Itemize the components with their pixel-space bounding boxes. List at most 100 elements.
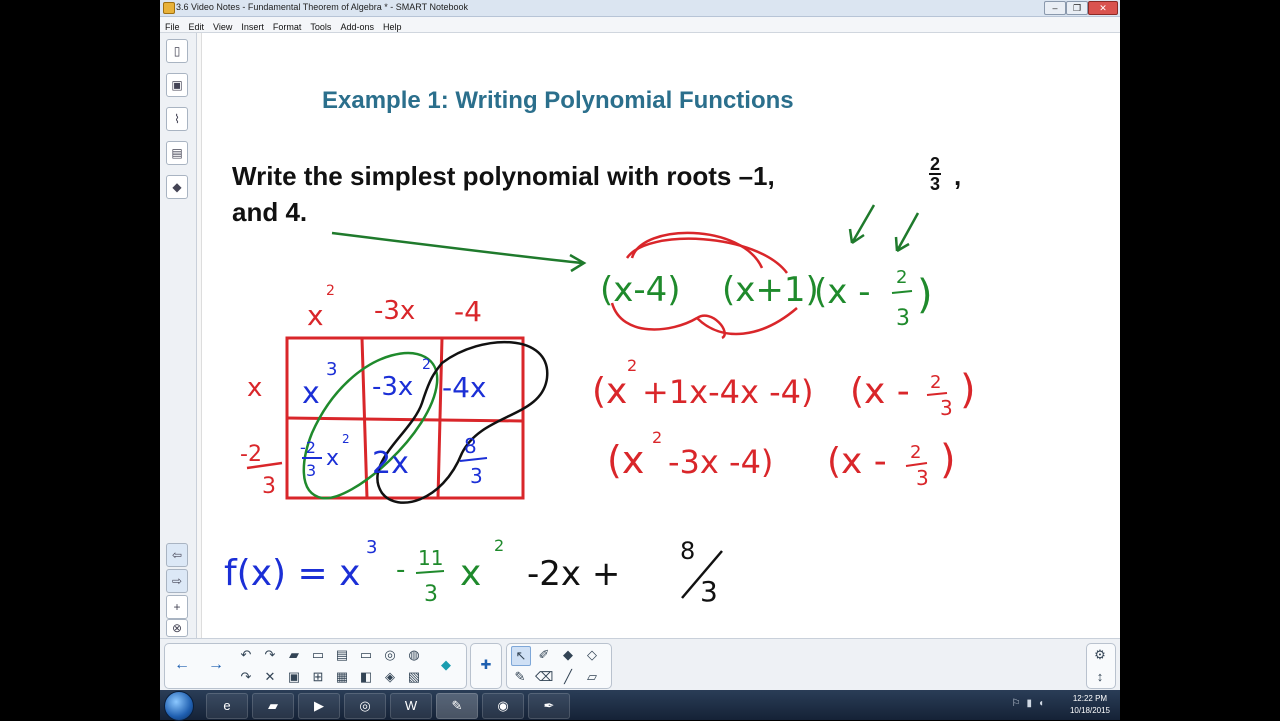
notebook-page[interactable]: Example 1: Writing Polynomial Functions … xyxy=(202,33,1120,638)
gallery-icon[interactable]: ▣ xyxy=(166,73,188,97)
measurement-icon[interactable]: ◈ xyxy=(381,668,399,686)
step2-rest: -3x -4) xyxy=(668,443,773,481)
shapes-icon[interactable]: ◇ xyxy=(583,646,601,664)
line-tool-icon[interactable]: ╱ xyxy=(559,668,577,686)
start-button-icon[interactable] xyxy=(164,691,194,721)
step1-rest: +1x-4x -4) xyxy=(642,373,814,411)
factor-x-minus: (x - xyxy=(814,272,870,312)
highlighter-icon[interactable]: ◆ xyxy=(559,646,577,664)
answer-tail: -2x + xyxy=(527,554,620,594)
smart-notebook-window: 3.6 Video Notes - Fundamental Theorem of… xyxy=(160,0,1120,720)
handwriting-layer: x 2 -3x -4 x -2 3 x 3 -3x 2 -4x -2 3 x 2… xyxy=(224,204,976,608)
save-icon[interactable]: ▣ xyxy=(285,668,303,686)
delete-page-icon[interactable]: ⊗ xyxy=(166,619,188,637)
box-left-x: x xyxy=(247,373,262,403)
factor-frac-den: 3 xyxy=(896,306,910,331)
settings-gear-icon[interactable]: ⚙ xyxy=(1091,646,1109,664)
step2-x: (x xyxy=(607,438,644,482)
step2-factor: (x - xyxy=(827,441,887,482)
factor-close-paren: ) xyxy=(917,272,933,318)
delete-icon[interactable]: ✕ xyxy=(261,668,279,686)
factor-frac-num: 2 xyxy=(896,267,907,288)
close-button[interactable]: ✕ xyxy=(1088,1,1118,15)
cell-frac-exp: 2 xyxy=(342,432,350,446)
previous-page-icon[interactable]: ⇦ xyxy=(166,543,188,567)
restore-button[interactable]: ❐ xyxy=(1066,1,1088,15)
menu-format[interactable]: Format xyxy=(268,20,306,32)
cell-neg4x: -4x xyxy=(442,371,487,404)
add-ons-toolbar-icon[interactable]: ◆ xyxy=(437,656,455,674)
arrow-mark xyxy=(848,204,876,245)
window-title: 3.6 Video Notes - Fundamental Theorem of… xyxy=(176,2,468,12)
menu-tools[interactable]: Tools xyxy=(305,20,335,32)
menu-insert[interactable]: Insert xyxy=(236,20,268,32)
smart-notebook-task-icon[interactable]: ✎ xyxy=(436,693,478,719)
media-player-icon[interactable]: ▶ xyxy=(298,693,340,719)
select-tool-icon[interactable]: ↖ xyxy=(511,646,531,666)
image-icon[interactable]: ▧ xyxy=(405,668,423,686)
cell-8-3-num: 8 xyxy=(464,434,477,458)
menu-view[interactable]: View xyxy=(208,20,236,32)
creative-pen-icon[interactable]: ✐ xyxy=(535,646,553,664)
box-left-neg2: -2 xyxy=(240,442,262,467)
system-clock[interactable]: 12:22 PM 10/18/2015 xyxy=(1070,693,1110,717)
recorder-icon[interactable]: ◉ xyxy=(482,693,524,719)
bottom-toolbar: ← → ↶ ↷ ↷ ✕ ▰ ▣ ▭ ⊞ ▤ ▦ ▭ ◧ ◎ ◈ ◍ ▧ ◆ ✚ … xyxy=(160,638,1120,691)
clock-time: 12:22 PM xyxy=(1072,694,1108,703)
side-tabs: ▯ ▣ ⌇ ▤ ◆ ⇦ ⇨ + ⊗ xyxy=(160,33,197,638)
open-folder-icon[interactable]: ▰ xyxy=(285,646,303,664)
word-icon[interactable]: W xyxy=(390,693,432,719)
properties-icon[interactable]: ▤ xyxy=(166,141,188,165)
minimize-button[interactable]: – xyxy=(1044,1,1066,15)
screen-shade-icon[interactable]: ▭ xyxy=(309,646,327,664)
internet-explorer-icon[interactable]: e xyxy=(206,693,248,719)
capture-icon[interactable]: ◧ xyxy=(357,668,375,686)
response-icon[interactable]: ◍ xyxy=(405,646,423,664)
redo-icon[interactable]: ↷ xyxy=(237,668,255,686)
add-page-icon[interactable]: + xyxy=(166,595,188,619)
green-loop xyxy=(302,351,439,500)
cell-frac-den: 3 xyxy=(306,461,316,480)
step2-frac-den: 3 xyxy=(916,466,929,490)
eraser-icon[interactable]: ⌫ xyxy=(535,668,553,686)
menu-help[interactable]: Help xyxy=(378,20,406,32)
box-top-x: x xyxy=(307,299,324,332)
document-camera-icon[interactable]: ◎ xyxy=(381,646,399,664)
answer-frac-den: 3 xyxy=(424,582,438,607)
factor-x-minus-4: (x-4) xyxy=(600,270,681,310)
display-icon[interactable]: ▭ xyxy=(357,646,375,664)
system-tray-icons[interactable]: ⚐▮◖ xyxy=(1011,698,1050,709)
step1-exp: 2 xyxy=(627,356,637,375)
prev-page-arrow-icon[interactable]: ← xyxy=(173,656,191,674)
paste-icon[interactable]: ▤ xyxy=(333,646,351,664)
answer-minus: - xyxy=(396,555,405,585)
page-sorter-icon[interactable]: ▯ xyxy=(166,39,188,63)
cell-neg3x2: -3x xyxy=(372,372,413,402)
menu-file[interactable]: File xyxy=(160,20,184,32)
step1-x: (x xyxy=(592,371,627,412)
windows-taskbar: e ▰ ▶ ◎ W ✎ ◉ ✒ ⚐▮◖ 12:22 PM 10/18/2015 xyxy=(160,690,1120,721)
ink-tool-icon[interactable]: ✒ xyxy=(528,693,570,719)
file-explorer-icon[interactable]: ▰ xyxy=(252,693,294,719)
redo-alt-icon[interactable]: ↷ xyxy=(261,646,279,664)
menu-edit[interactable]: Edit xyxy=(184,20,209,32)
cell-x3-exp: 3 xyxy=(326,359,337,380)
fraction-bar xyxy=(415,570,445,574)
full-screen-icon[interactable]: ⊞ xyxy=(309,668,327,686)
next-page-arrow-icon[interactable]: → xyxy=(207,656,225,674)
box-top-neg3x: -3x xyxy=(374,296,415,326)
text-tool-icon[interactable]: ▱ xyxy=(583,668,601,686)
attachments-icon[interactable]: ⌇ xyxy=(166,107,188,131)
table-icon[interactable]: ▦ xyxy=(333,668,351,686)
menu-add-ons[interactable]: Add-ons xyxy=(335,20,378,32)
puzzle-icon[interactable]: ✚ xyxy=(477,656,495,674)
browser-icon[interactable]: ◎ xyxy=(344,693,386,719)
step1-close-paren: ) xyxy=(960,367,976,413)
app-icon xyxy=(163,2,175,14)
pen-tool-icon[interactable]: ✎ xyxy=(511,668,529,686)
next-page-icon[interactable]: ⇨ xyxy=(166,569,188,593)
add-ons-icon[interactable]: ◆ xyxy=(166,175,188,199)
step1-factor: (x - xyxy=(850,371,910,412)
undo-icon[interactable]: ↶ xyxy=(237,646,255,664)
move-toolbar-icon[interactable]: ↕ xyxy=(1091,668,1109,686)
